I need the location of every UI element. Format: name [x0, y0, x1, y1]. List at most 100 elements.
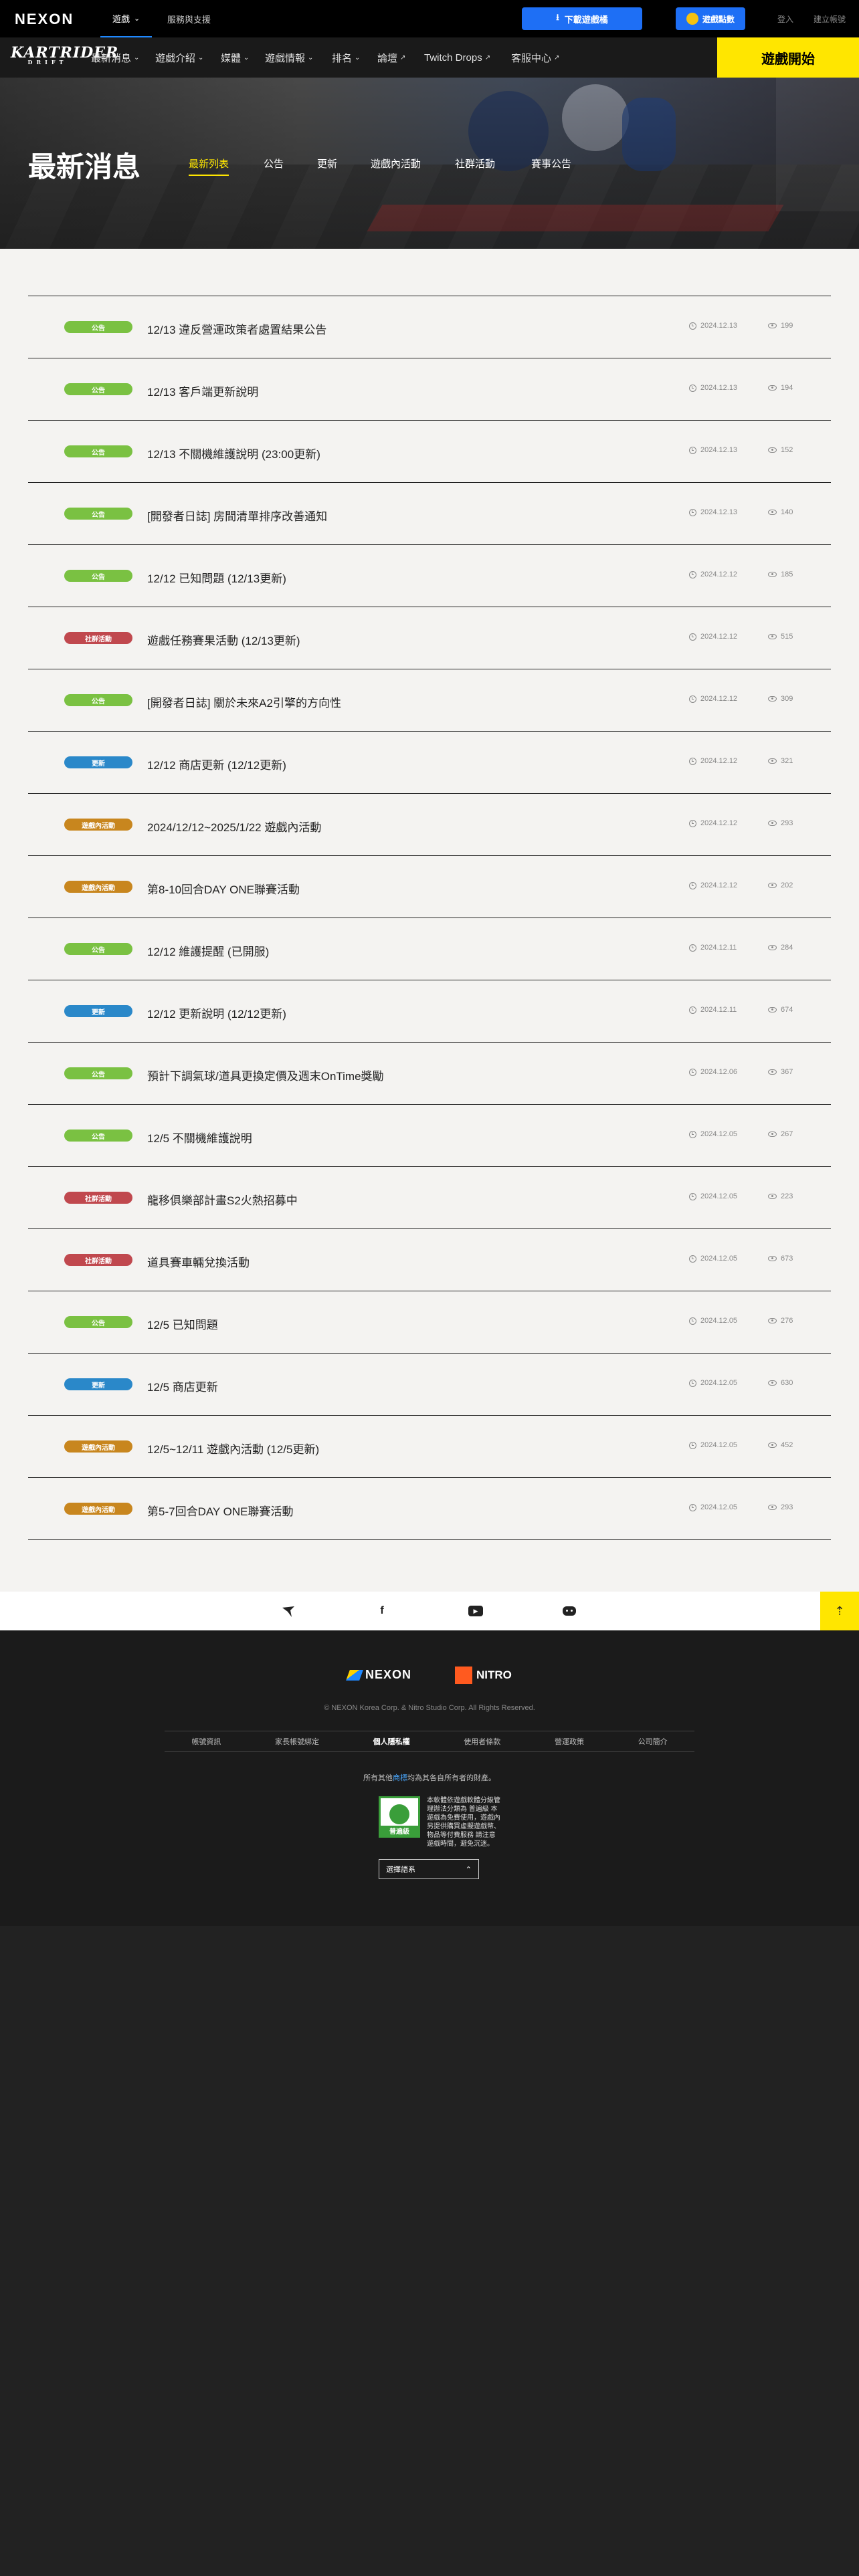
- news-row[interactable]: 公告 12/12 維護提醒 (已開服) 2024.12.11 284: [28, 918, 831, 980]
- gnav-twitch-drops[interactable]: Twitch Drops ↗: [424, 37, 490, 78]
- nav-support[interactable]: 服務與支援: [167, 0, 211, 37]
- news-row[interactable]: 公告 預計下調氣球/道具更換定價及週末OnTime獎勵 2024.12.06 367: [28, 1043, 831, 1105]
- news-title[interactable]: 12/12 商店更新 (12/12更新): [147, 756, 286, 772]
- rating-circle: [389, 1804, 409, 1824]
- tab-tournament[interactable]: 賽事公告: [531, 156, 571, 171]
- news-row[interactable]: 更新 12/5 商店更新 2024.12.05 630: [28, 1354, 831, 1416]
- news-title[interactable]: 遊戲任務賽果活動 (12/13更新): [147, 631, 300, 648]
- tab-ingame-event[interactable]: 遊戲內活動: [371, 156, 421, 171]
- category-badge: 社群活動: [64, 1192, 132, 1204]
- news-title[interactable]: 12/12 維護提醒 (已開服): [147, 942, 269, 959]
- news-title[interactable]: 第8-10回合DAY ONE聯賽活動: [147, 880, 300, 897]
- tab-notice[interactable]: 公告: [264, 156, 284, 171]
- news-views: 140: [768, 508, 793, 516]
- footer-link-terms[interactable]: 使用者條款: [464, 1736, 500, 1747]
- gnav-forum[interactable]: 論壇 ↗: [377, 37, 405, 78]
- news-title[interactable]: 預計下調氣球/道具更換定價及週末OnTime獎勵: [147, 1067, 384, 1083]
- news-title[interactable]: 12/5~12/11 遊戲內活動 (12/5更新): [147, 1440, 319, 1457]
- clock-icon: [689, 1503, 696, 1511]
- gnav-game-intro[interactable]: 遊戲介紹 ⌄: [155, 37, 203, 78]
- news-title[interactable]: 12/13 客戶端更新說明: [147, 383, 258, 399]
- news-row[interactable]: 公告 12/12 已知問題 (12/13更新) 2024.12.12 185: [28, 545, 831, 607]
- news-row[interactable]: 社群活動 遊戲任務賽果活動 (12/13更新) 2024.12.12 515: [28, 607, 831, 669]
- gnav-game-info[interactable]: 遊戲情報 ⌄: [265, 37, 313, 78]
- tab-community-event[interactable]: 社群活動: [455, 156, 495, 171]
- news-title[interactable]: 道具賽車輛兌換活動: [147, 1253, 250, 1270]
- news-views-value: 194: [781, 384, 793, 392]
- kartrider-icon[interactable]: [281, 1604, 296, 1618]
- footer-link-policy[interactable]: 營運政策: [555, 1736, 584, 1747]
- nexon-logo[interactable]: NEXON: [15, 11, 74, 28]
- news-title[interactable]: 12/13 違反營運政策者處置結果公告: [147, 320, 326, 337]
- news-date: 2024.12.11: [689, 1006, 737, 1014]
- news-views-value: 223: [781, 1192, 793, 1200]
- gnav-media[interactable]: 媒體 ⌄: [221, 37, 249, 78]
- news-date-value: 2024.12.05: [700, 1255, 738, 1263]
- news-title[interactable]: 12/5 不關機維護說明: [147, 1129, 252, 1146]
- news-title[interactable]: 12/13 不關機維護說明 (23:00更新): [147, 445, 320, 461]
- news-row[interactable]: 社群活動 龍移俱樂部計畫S2火熱招募中 2024.12.05 223: [28, 1167, 831, 1229]
- news-title[interactable]: 2024/12/12~2025/1/22 遊戲內活動: [147, 818, 321, 835]
- news-title[interactable]: 第5-7回合DAY ONE聯賽活動: [147, 1502, 294, 1519]
- eye-icon: [768, 1194, 777, 1199]
- news-title[interactable]: 12/12 已知問題 (12/13更新): [147, 569, 286, 586]
- news-row[interactable]: 公告 [開發者日誌] 關於未來A2引擎的方向性 2024.12.12 309: [28, 669, 831, 732]
- news-row[interactable]: 遊戲內活動 12/5~12/11 遊戲內活動 (12/5更新) 2024.12.05…: [28, 1416, 831, 1478]
- gnav-ranking[interactable]: 排名 ⌄: [332, 37, 360, 78]
- tab-all[interactable]: 最新列表: [189, 156, 229, 176]
- news-title[interactable]: [開發者日誌] 關於未來A2引擎的方向性: [147, 693, 341, 710]
- news-row[interactable]: 社群活動 道具賽車輛兌換活動 2024.12.05 673: [28, 1229, 831, 1291]
- news-date-value: 2024.12.12: [700, 633, 738, 641]
- news-row[interactable]: 公告 12/13 客戶端更新說明 2024.12.13 194: [28, 358, 831, 421]
- footer-link-parental[interactable]: 家長帳號綁定: [275, 1736, 319, 1747]
- footer-nexon-logo[interactable]: NEXON: [346, 1668, 411, 1682]
- eye-icon: [768, 821, 777, 826]
- news-row[interactable]: 公告 12/13 違反營運政策者處置結果公告 2024.12.13 199: [28, 296, 831, 358]
- news-title[interactable]: 12/5 已知問題: [147, 1315, 218, 1332]
- eye-icon: [768, 1069, 777, 1075]
- news-title[interactable]: 12/5 商店更新: [147, 1378, 218, 1394]
- news-row[interactable]: 公告 12/5 已知問題 2024.12.05 276: [28, 1291, 831, 1354]
- news-row[interactable]: 公告 12/5 不關機維護說明 2024.12.05 267: [28, 1105, 831, 1167]
- footer-nitro-logo[interactable]: NITRO: [455, 1667, 512, 1684]
- news-views-value: 284: [781, 944, 793, 952]
- kartrider-logo[interactable]: KARTRIDER DRIFT: [11, 44, 118, 71]
- footer-link-account[interactable]: 帳號資訊: [191, 1736, 221, 1747]
- clock-icon: [689, 1192, 696, 1200]
- news-views-value: 630: [781, 1379, 793, 1387]
- news-row[interactable]: 更新 12/12 商店更新 (12/12更新) 2024.12.12 321: [28, 732, 831, 794]
- game-start-button[interactable]: 遊戲開始: [717, 37, 859, 78]
- tab-update[interactable]: 更新: [317, 156, 337, 171]
- gnav-support[interactable]: 客服中心 ↗: [511, 37, 559, 78]
- discord-icon[interactable]: [562, 1604, 577, 1618]
- news-date: 2024.12.12: [689, 881, 737, 889]
- news-date-value: 2024.12.12: [700, 881, 738, 889]
- beanfun-points-button[interactable]: 遊戲點數: [676, 7, 745, 30]
- news-title[interactable]: 龍移俱樂部計畫S2火熱招募中: [147, 1191, 298, 1208]
- trademark-link[interactable]: 商標: [393, 1774, 407, 1782]
- register-link[interactable]: 建立帳號: [814, 13, 846, 25]
- login-link[interactable]: 登入: [777, 13, 793, 25]
- category-badge: 更新: [64, 1378, 132, 1390]
- news-title[interactable]: [開發者日誌] 房間清單排序改善通知: [147, 507, 327, 524]
- download-button[interactable]: ⭳ 下載遊戲橘: [522, 7, 642, 30]
- gnav-news[interactable]: 最新消息 ⌄: [91, 37, 139, 78]
- download-label: 下載遊戲橘: [564, 14, 608, 25]
- news-row[interactable]: 更新 12/12 更新說明 (12/12更新) 2024.12.11 674: [28, 980, 831, 1043]
- nav-games[interactable]: 遊戲 ⌄: [100, 0, 153, 37]
- scroll-top-button[interactable]: ⇡: [820, 1592, 859, 1630]
- news-row[interactable]: 公告 [開發者日誌] 房間清單排序改善通知 2024.12.13 140: [28, 483, 831, 545]
- news-row[interactable]: 公告 12/13 不關機維護說明 (23:00更新) 2024.12.13 152: [28, 421, 831, 483]
- youtube-icon[interactable]: ▶: [468, 1604, 483, 1618]
- news-row[interactable]: 遊戲內活動 第5-7回合DAY ONE聯賽活動 2024.12.05 293: [28, 1478, 831, 1540]
- news-title[interactable]: 12/12 更新說明 (12/12更新): [147, 1004, 286, 1021]
- footer-link-privacy[interactable]: 個人隱私權: [373, 1736, 410, 1747]
- facebook-icon[interactable]: f: [375, 1604, 389, 1618]
- eye-icon: [768, 1132, 777, 1137]
- language-select[interactable]: 選擇語系 ⌃: [379, 1859, 479, 1879]
- footer-link-company[interactable]: 公司簡介: [638, 1736, 668, 1747]
- news-row[interactable]: 遊戲內活動 2024/12/12~2025/1/22 遊戲內活動 2024.12.1…: [28, 794, 831, 856]
- news-row[interactable]: 遊戲內活動 第8-10回合DAY ONE聯賽活動 2024.12.12 202: [28, 856, 831, 918]
- category-badge: 遊戲內活動: [64, 881, 132, 893]
- news-views-value: 140: [781, 508, 793, 516]
